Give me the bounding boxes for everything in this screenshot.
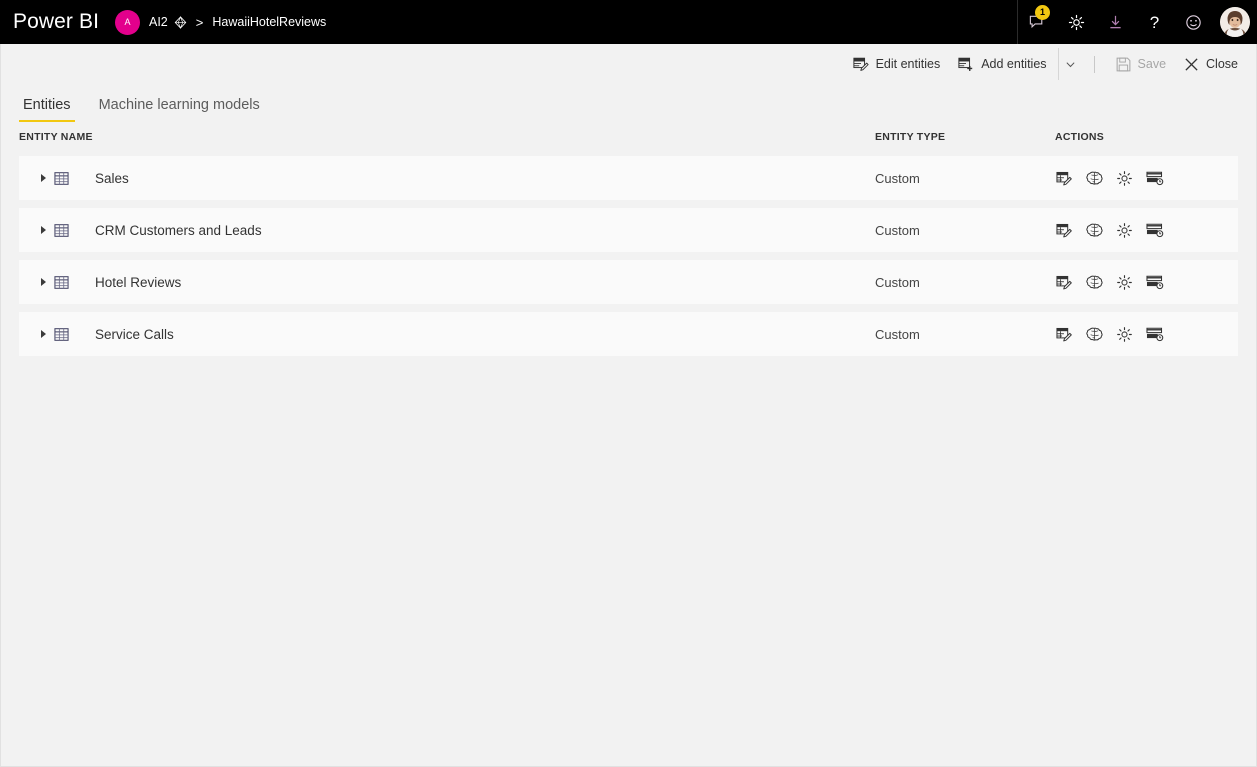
entity-name-label: Hotel Reviews (95, 274, 182, 290)
notifications-button[interactable]: 1 (1018, 0, 1057, 44)
diamond-icon (174, 15, 187, 29)
table-row[interactable]: CRM Customers and Leads Custom (19, 208, 1238, 252)
add-entities-button[interactable]: Add entities (949, 48, 1055, 80)
add-entities-label: Add entities (981, 57, 1047, 71)
ai-brain-icon[interactable] (1085, 325, 1104, 344)
breadcrumb-separator: > (195, 14, 204, 30)
entity-table-icon (54, 275, 69, 290)
table-row[interactable]: Sales Custom (19, 156, 1238, 200)
ai-brain-icon[interactable] (1085, 221, 1104, 240)
breadcrumb: A AI2 > HawaiiHotelReviews (115, 0, 326, 44)
command-bar: Edit entities Add entities Save Close (1, 44, 1256, 84)
expand-row-toggle[interactable] (35, 278, 51, 286)
chevron-down-icon (1065, 59, 1076, 70)
toolbar-divider (1093, 55, 1095, 73)
save-label: Save (1137, 57, 1167, 71)
entity-type-cell: Custom (875, 274, 920, 290)
chevron-right-icon (40, 226, 46, 234)
feedback-button[interactable] (1174, 0, 1213, 44)
ai-brain-icon[interactable] (1085, 273, 1104, 292)
save-button[interactable]: Save (1107, 48, 1176, 80)
table-row[interactable]: Hotel Reviews Custom (19, 260, 1238, 304)
tab-machine-learning-models[interactable]: Machine learning models (95, 97, 264, 122)
workspace-avatar[interactable]: A (115, 9, 140, 35)
entity-type-cell: Custom (875, 222, 920, 238)
entity-actions-cell (1055, 221, 1238, 240)
user-avatar[interactable] (1213, 0, 1257, 44)
close-icon (1184, 57, 1199, 72)
power-bi-logo[interactable]: Power BI (0, 0, 115, 44)
power-bi-dataflow-page: Power BI A AI2 > HawaiiHotelReviews 1 ? … (0, 0, 1257, 767)
breadcrumb-workspace[interactable]: AI2 (149, 15, 168, 29)
avatar-photo (1220, 7, 1250, 37)
close-button[interactable]: Close (1175, 48, 1247, 80)
entity-settings-icon[interactable] (1115, 273, 1134, 292)
header-actions: 1 ? (1017, 0, 1257, 44)
entity-name-label: CRM Customers and Leads (95, 222, 262, 238)
ai-brain-icon[interactable] (1085, 169, 1104, 188)
entity-name-label: Sales (95, 170, 129, 186)
save-disk-icon (1116, 57, 1131, 72)
help-button[interactable]: ? (1135, 0, 1174, 44)
entity-table-icon (54, 171, 69, 186)
column-header-entity-name: ENTITY NAME (19, 131, 93, 143)
download-button[interactable] (1096, 0, 1135, 44)
entity-settings-icon[interactable] (1115, 169, 1134, 188)
edit-entity-icon[interactable] (1055, 221, 1074, 240)
entity-settings-icon[interactable] (1115, 221, 1134, 240)
close-label: Close (1206, 57, 1238, 71)
expand-row-toggle[interactable] (35, 174, 51, 182)
table-row[interactable]: Service Calls Custom (19, 312, 1238, 356)
table-header-row: ENTITY NAME ENTITY TYPE ACTIONS (19, 122, 1238, 152)
edit-entities-label: Edit entities (875, 57, 941, 71)
entity-actions-cell (1055, 273, 1238, 292)
incremental-refresh-icon[interactable] (1145, 169, 1164, 188)
entity-type-cell: Custom (875, 170, 920, 186)
breadcrumb-dataflow[interactable]: HawaiiHotelReviews (212, 15, 326, 29)
entity-type-cell: Custom (875, 326, 920, 342)
incremental-refresh-icon[interactable] (1145, 273, 1164, 292)
edit-entity-icon[interactable] (1055, 169, 1074, 188)
edit-entity-icon[interactable] (1055, 273, 1074, 292)
add-entities-dropdown[interactable] (1057, 48, 1082, 80)
content-shell: Edit entities Add entities Save Close En… (0, 44, 1257, 767)
chevron-right-icon (40, 330, 46, 338)
entity-name-cell: CRM Customers and Leads (19, 223, 875, 238)
expand-row-toggle[interactable] (35, 330, 51, 338)
entity-actions-cell (1055, 325, 1238, 344)
entity-name-cell: Hotel Reviews (19, 275, 875, 290)
column-header-entity-type: ENTITY TYPE (875, 131, 946, 143)
entity-name-cell: Sales (19, 171, 875, 186)
tab-entities[interactable]: Entities (19, 97, 75, 122)
edit-entity-icon[interactable] (1055, 325, 1074, 344)
chevron-right-icon (40, 174, 46, 182)
entity-table-icon (54, 327, 69, 342)
entity-name-cell: Service Calls (19, 327, 875, 342)
column-header-actions: ACTIONS (1055, 131, 1104, 143)
table-body: Sales Custom CRM Customers and Leads Cus… (19, 156, 1238, 356)
notification-badge: 1 (1035, 5, 1050, 20)
incremental-refresh-icon[interactable] (1145, 325, 1164, 344)
expand-row-toggle[interactable] (35, 226, 51, 234)
entity-name-label: Service Calls (95, 326, 174, 342)
app-header: Power BI A AI2 > HawaiiHotelReviews 1 ? (0, 0, 1257, 44)
edit-entities-button[interactable]: Edit entities (844, 48, 950, 80)
settings-gear-button[interactable] (1057, 0, 1096, 44)
entity-actions-cell (1055, 169, 1238, 188)
entity-table-icon (54, 223, 69, 238)
edit-entities-icon (852, 56, 869, 72)
entity-settings-icon[interactable] (1115, 325, 1134, 344)
help-icon: ? (1149, 12, 1160, 32)
tab-bar: Entities Machine learning models (1, 84, 1256, 122)
incremental-refresh-icon[interactable] (1145, 221, 1164, 240)
add-entities-icon (958, 56, 974, 72)
chevron-right-icon (40, 278, 46, 286)
entities-table: ENTITY NAME ENTITY TYPE ACTIONS Sales Cu… (1, 122, 1256, 766)
